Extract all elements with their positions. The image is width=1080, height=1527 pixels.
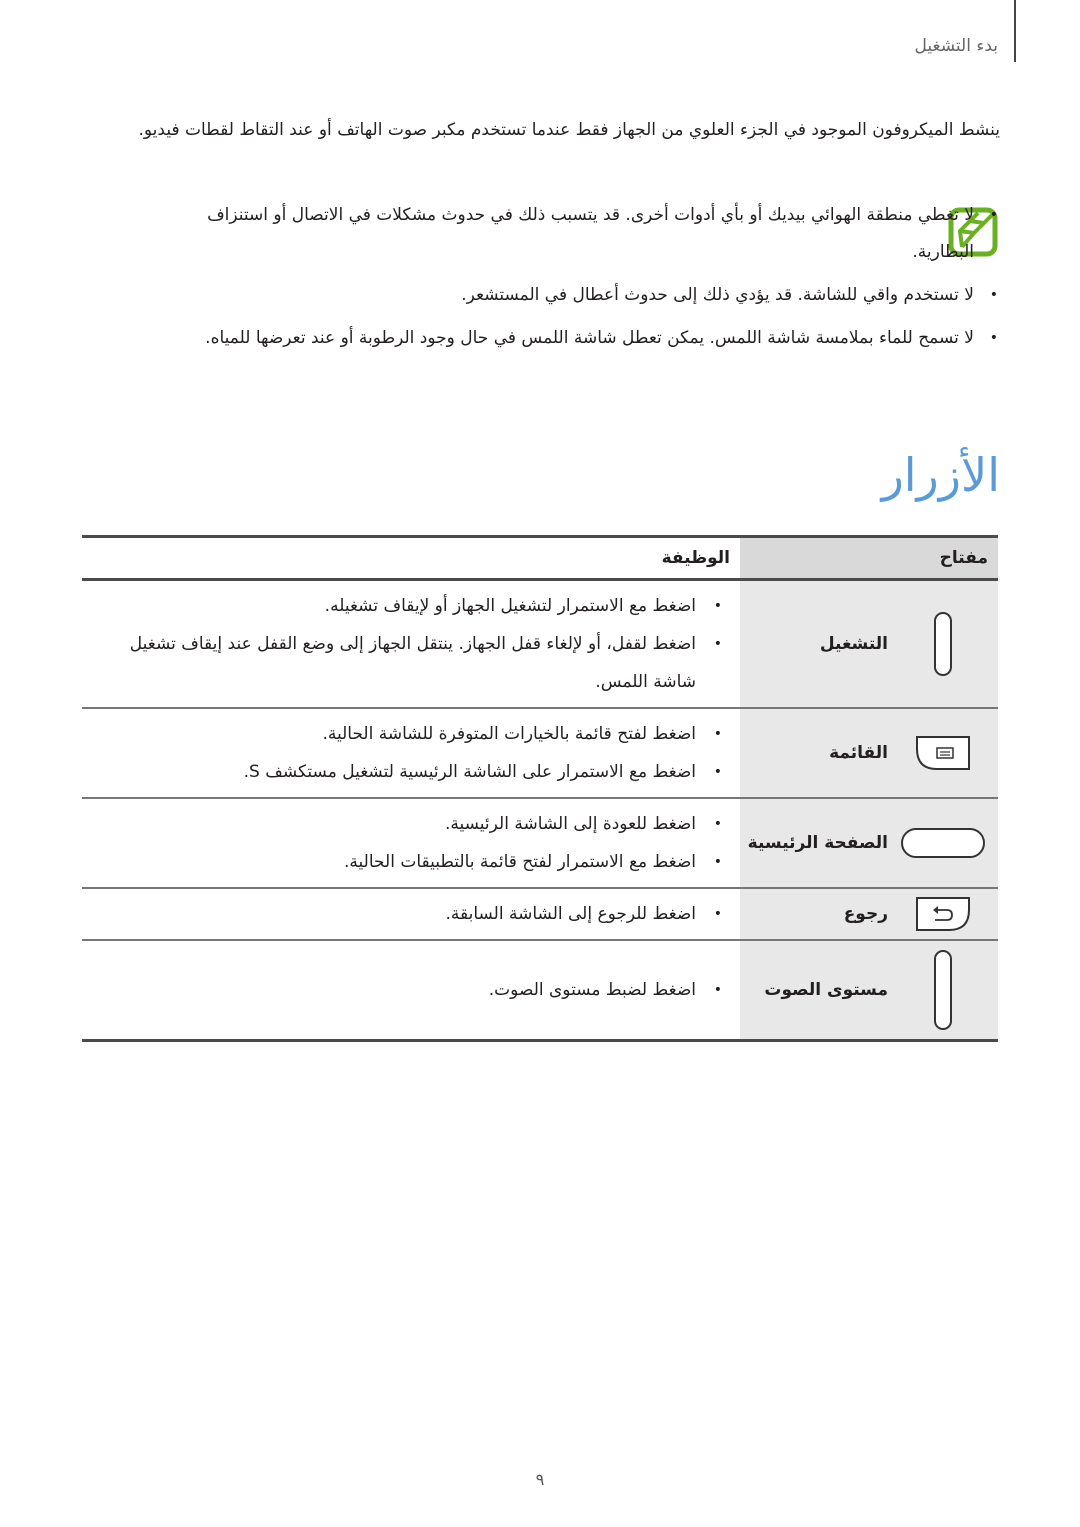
key-name-menu: القائمة — [829, 743, 888, 763]
function-item: اضغط للعودة إلى الشاشة الرئيسية. — [82, 805, 740, 843]
function-item: اضغط للرجوع إلى الشاشة السابقة. — [82, 895, 740, 933]
volume-key-icon — [900, 949, 986, 1031]
section-label: بدء التشغيل — [914, 36, 998, 56]
note-item: لا تستخدم واقي للشاشة. قد يؤدي ذلك إلى ح… — [160, 277, 1000, 314]
key-name-power: التشغيل — [819, 634, 888, 654]
home-key-icon — [900, 827, 986, 859]
header-function: الوظيفة — [82, 536, 740, 581]
table-row: القائمة اضغط لفتح قائمة بالخيارات المتوف… — [82, 707, 998, 798]
header-key: مفتاح — [740, 536, 998, 581]
table-row: الصفحة الرئيسية اضغط للعودة إلى الشاشة ا… — [82, 797, 998, 888]
table-row: رجوع اضغط للرجوع إلى الشاشة السابقة. — [82, 887, 998, 940]
function-item: اضغط مع الاستمرار لفتح قائمة بالتطبيقات … — [82, 843, 740, 881]
function-item: اضغط لضبط مستوى الصوت. — [82, 971, 740, 1009]
table-row: مستوى الصوت اضغط لضبط مستوى الصوت. — [82, 939, 998, 1040]
key-name-back: رجوع — [843, 904, 888, 924]
function-item: اضغط مع الاستمرار على الشاشة الرئيسية لت… — [82, 753, 740, 791]
notes-list: لا تغطي منطقة الهوائي بيديك أو بأي أدوات… — [160, 197, 1000, 363]
key-name-home: الصفحة الرئيسية — [747, 833, 888, 853]
page-title: الأزرار — [881, 448, 1000, 502]
note-item: لا تغطي منطقة الهوائي بيديك أو بأي أدوات… — [160, 197, 1000, 271]
power-key-icon — [900, 611, 986, 677]
function-item: اضغط لفتح قائمة بالخيارات المتوفرة للشاش… — [82, 715, 740, 753]
keys-table: مفتاح الوظيفة التشغيل اضغط مع الاستمرار … — [82, 535, 998, 1042]
function-item: اضغط لقفل، أو لإلغاء قفل الجهاز. ينتقل ا… — [82, 625, 740, 701]
key-name-volume: مستوى الصوت — [764, 979, 888, 1000]
back-key-icon — [900, 896, 986, 932]
menu-key-icon — [900, 735, 986, 771]
intro-paragraph: ينشط الميكروفون الموجود في الجزء العلوي … — [138, 120, 1001, 140]
table-row: التشغيل اضغط مع الاستمرار لتشغيل الجهاز … — [82, 579, 998, 708]
note-item: لا تسمح للماء بملامسة شاشة اللمس. يمكن ت… — [160, 320, 1000, 357]
header-divider — [1014, 0, 1016, 62]
page-number: ٩ — [535, 1470, 545, 1489]
table-header-row: مفتاح الوظيفة — [82, 536, 998, 581]
function-item: اضغط مع الاستمرار لتشغيل الجهاز أو لإيقا… — [82, 587, 740, 625]
